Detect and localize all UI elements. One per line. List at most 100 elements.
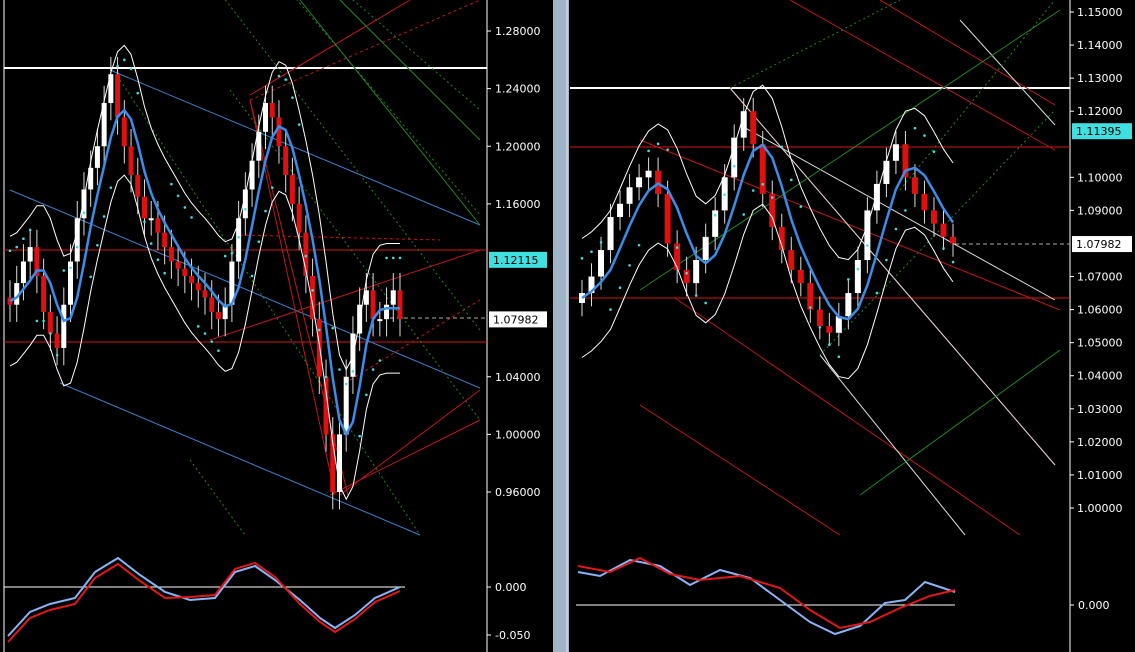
sar-dot xyxy=(244,207,247,211)
sar-dot xyxy=(35,319,39,323)
candle-body xyxy=(645,170,652,178)
sar-dot xyxy=(704,301,707,305)
bid-price-label: 1.07982 xyxy=(1076,238,1122,251)
sar-dot xyxy=(324,375,328,379)
candle-body xyxy=(797,269,804,284)
sar-dot xyxy=(149,242,153,245)
price-tick-label: 1.04000 xyxy=(1077,370,1123,383)
price-tick-label: 1.05000 xyxy=(1077,337,1123,350)
sar-dot xyxy=(250,274,254,278)
price-tick-label: 1.16000 xyxy=(495,198,541,211)
price-tick-label: 1.01000 xyxy=(1077,469,1123,482)
sar-dot xyxy=(856,267,860,271)
sar-dot xyxy=(742,213,746,216)
sar-dot xyxy=(647,149,650,153)
sar-dot xyxy=(351,370,355,373)
candle-body xyxy=(61,304,67,348)
sar-dot xyxy=(894,227,898,231)
candle-body xyxy=(397,290,403,320)
sar-dot xyxy=(75,245,79,249)
sar-dot xyxy=(230,252,234,255)
candle-body xyxy=(236,218,242,262)
sar-dot xyxy=(837,355,841,359)
sar-dot xyxy=(210,340,214,343)
sar-dot xyxy=(344,382,348,386)
sar-dot xyxy=(847,278,850,281)
candle-body xyxy=(950,236,956,244)
sar-dot xyxy=(398,256,402,260)
chart-stage: 1.28000 1.24000 1.20000 1.16000 1.04000 1.000… xyxy=(0,0,1135,652)
sar-dot xyxy=(371,368,375,371)
sar-dot xyxy=(170,182,173,186)
price-tick-label: 1.06000 xyxy=(1077,304,1123,317)
sar-dot xyxy=(163,271,166,275)
candle-body xyxy=(148,218,154,221)
candle-body xyxy=(47,311,53,334)
sar-dot xyxy=(358,434,361,438)
sar-dot xyxy=(732,164,736,168)
price-tick-label: 1.15000 xyxy=(1077,6,1123,19)
candle-body xyxy=(141,196,147,219)
sar-dot xyxy=(203,332,207,335)
candle-body xyxy=(175,261,181,269)
sar-dot xyxy=(932,150,936,154)
sar-dot xyxy=(28,228,32,232)
candle-body xyxy=(845,293,852,317)
sar-dot xyxy=(196,325,200,328)
candle-body xyxy=(189,275,195,284)
macd-tick-label: -0.050 xyxy=(495,629,530,642)
sar-dot xyxy=(789,178,793,182)
candle-body xyxy=(283,146,289,176)
sar-dot xyxy=(780,145,784,149)
sar-dot xyxy=(637,243,641,247)
candle-body xyxy=(289,175,295,204)
candle-body xyxy=(759,144,766,194)
sar-dot xyxy=(190,216,193,219)
sar-dot xyxy=(609,308,612,311)
sar-dot xyxy=(217,349,220,352)
bid-price-label: 1.07982 xyxy=(493,313,539,326)
sar-dot xyxy=(143,220,146,224)
sar-dot xyxy=(176,194,180,198)
candle-body xyxy=(940,223,947,237)
candle-body xyxy=(883,160,890,184)
sar-dot xyxy=(675,246,679,249)
sar-dot xyxy=(809,306,812,309)
candle-body xyxy=(135,175,141,197)
sar-dot xyxy=(49,332,52,335)
sar-dot xyxy=(761,183,765,186)
sar-dot xyxy=(284,78,287,81)
sar-dot xyxy=(331,326,335,330)
sar-dot xyxy=(136,91,140,95)
candle-body xyxy=(155,218,161,233)
candle-body xyxy=(276,117,282,147)
price-tick-label: 1.04000 xyxy=(495,371,541,384)
sar-dot xyxy=(237,235,240,239)
sar-dot xyxy=(666,148,669,151)
sar-dot xyxy=(318,328,321,332)
sar-dot xyxy=(913,126,917,130)
sar-dot xyxy=(713,214,717,217)
sar-dot xyxy=(277,74,281,78)
sar-dot xyxy=(8,249,12,252)
sar-dot xyxy=(311,289,314,292)
candle-body xyxy=(195,283,201,291)
candle-body xyxy=(384,304,390,320)
sar-dot xyxy=(885,258,888,262)
candle-body xyxy=(316,319,322,377)
sar-dot xyxy=(223,254,227,258)
price-tick-label: 1.28000 xyxy=(495,25,541,38)
sar-dot xyxy=(799,205,803,208)
price-tick-label: 1.12000 xyxy=(1077,105,1123,118)
sar-dot xyxy=(55,353,59,357)
sar-dot xyxy=(62,269,66,272)
sar-dot xyxy=(297,123,301,126)
candle-body xyxy=(390,290,396,305)
sar-dot xyxy=(866,244,869,247)
candle-body xyxy=(182,268,188,276)
sar-dot xyxy=(291,96,294,99)
candle-body xyxy=(892,144,899,161)
candle-body xyxy=(731,137,738,178)
sar-dot xyxy=(304,254,308,258)
sar-dot xyxy=(69,266,72,270)
